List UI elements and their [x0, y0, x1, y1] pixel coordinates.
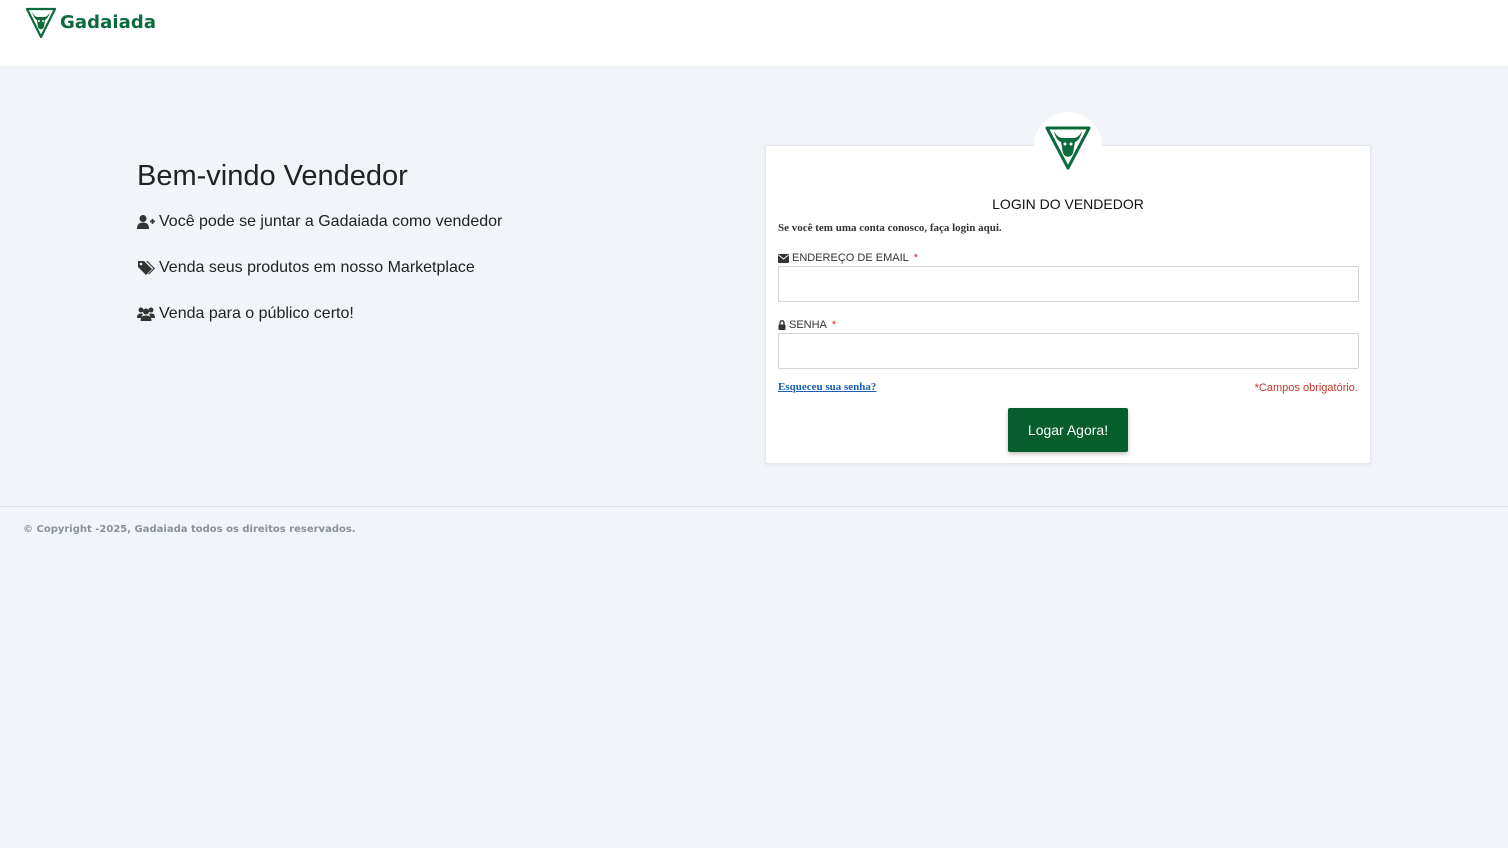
login-card: LOGIN DO VENDEDOR Se você tem uma conta …: [765, 145, 1371, 464]
envelope-icon: [778, 253, 789, 263]
welcome-section: Bem-vindo Vendedor Você pode se juntar a…: [137, 158, 697, 322]
password-label-text: SENHA: [789, 319, 827, 331]
welcome-title: Bem-vindo Vendedor: [137, 160, 408, 192]
user-plus-icon: [137, 215, 155, 229]
required-fields-note: *Campos obrigatório.: [1254, 382, 1358, 394]
site-header: Gadaiada: [0, 0, 1508, 66]
email-input[interactable]: [778, 266, 1359, 302]
footer-divider: [0, 506, 1508, 507]
password-input[interactable]: [778, 333, 1359, 369]
copyright-text: © Copyright -2025, Gadaiada todos os dir…: [23, 524, 356, 535]
feature-join-text: Você pode se juntar a Gadaiada como vend…: [159, 213, 503, 230]
email-label-text: ENDEREÇO DE EMAIL: [792, 252, 909, 264]
forgot-password-link[interactable]: Esqueceu sua senha?: [778, 381, 876, 393]
password-required-mark: *: [831, 319, 837, 331]
login-title: LOGIN DO VENDEDOR: [992, 196, 1144, 212]
email-label: ENDEREÇO DE EMAIL *: [778, 252, 918, 264]
feature-join: Você pode se juntar a Gadaiada como vend…: [137, 211, 502, 233]
feature-audience: Venda para o público certo!: [137, 303, 354, 325]
password-label: SENHA *: [778, 319, 836, 331]
login-submit-button[interactable]: Logar Agora!: [1008, 408, 1128, 452]
feature-marketplace-text: Venda seus produtos em nosso Marketplace: [159, 259, 475, 276]
bull-logo-icon: [1045, 126, 1091, 170]
feature-audience-text: Venda para o público certo!: [159, 305, 354, 322]
tags-icon: [138, 261, 155, 275]
site-logo[interactable]: Gadaiada: [24, 5, 156, 39]
bull-logo-icon: [25, 7, 57, 39]
feature-marketplace: Venda seus produtos em nosso Marketplace: [137, 257, 475, 279]
login-badge-logo: [1034, 112, 1102, 180]
login-subtitle: Se você tem uma conta conosco, faça logi…: [778, 222, 1002, 234]
email-required-mark: *: [913, 252, 919, 264]
users-icon: [137, 307, 155, 321]
logo-text: Gadaiada: [60, 11, 157, 33]
lock-icon: [778, 320, 786, 330]
